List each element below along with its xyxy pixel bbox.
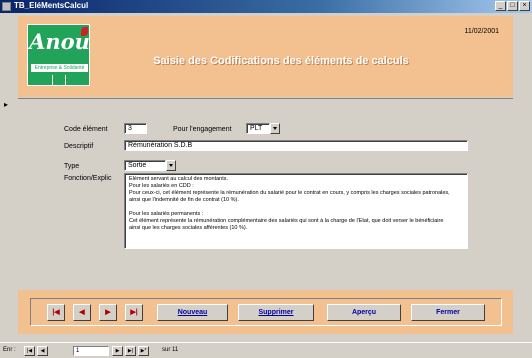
nouveau-label: Nouveau	[177, 309, 208, 316]
memo-line: Pour les salariés permanents :	[129, 211, 204, 217]
record-total: sur 11	[162, 347, 179, 353]
rattachement-field[interactable]: PLT	[246, 123, 270, 134]
record-label: Enr :	[3, 347, 16, 353]
logo-wordmark: Anou	[29, 29, 90, 54]
record-selector-icon[interactable]: ▸	[4, 100, 8, 109]
new-record-nav[interactable]: ▶*	[138, 346, 149, 356]
maximize-button[interactable]: □	[507, 1, 518, 11]
app-icon[interactable]	[2, 2, 11, 11]
rattachement-label: Pour l'engagement	[173, 126, 232, 133]
supprimer-label: Supprimer	[258, 309, 294, 316]
rattachement-combo[interactable]: PLT	[246, 123, 280, 134]
next-record-button[interactable]: ▶	[99, 304, 117, 321]
logo-mark	[52, 75, 66, 85]
record-number-field[interactable]: 1	[73, 346, 109, 356]
fermer-button[interactable]: Fermer	[411, 304, 485, 321]
form-footer: |◀ ◀ ▶ ▶| Nouveau Supprimer Aperçu Ferme…	[18, 290, 513, 334]
apercu-button[interactable]: Aperçu	[327, 304, 401, 321]
type-field[interactable]: Sortie	[124, 160, 166, 171]
last-record-button[interactable]: ▶|	[125, 304, 143, 321]
first-record-nav[interactable]: |◀	[24, 346, 35, 356]
memo-line: Pour ceux-ci, cet élément représente la …	[129, 190, 450, 196]
supprimer-button[interactable]: Supprimer	[238, 304, 314, 321]
logo: Anou Entreprise & Solidarité	[27, 24, 90, 86]
memo-line: Cet élément représente la rémunération c…	[129, 218, 444, 224]
close-button[interactable]: ×	[519, 1, 530, 11]
last-record-nav[interactable]: ▶|	[125, 346, 136, 356]
first-record-button[interactable]: |◀	[47, 304, 65, 321]
window-title: TB_EléMentsCalcul	[14, 1, 89, 10]
type-combo[interactable]: Sortie	[124, 160, 176, 171]
code-label: Code élément	[64, 126, 108, 133]
code-field[interactable]: 3	[124, 123, 147, 134]
next-record-nav[interactable]: ▶	[112, 346, 123, 356]
form-title: Saisie des Codifications des éléments de…	[153, 55, 409, 67]
form-header: Anou Entreprise & Solidarité Saisie des …	[18, 16, 513, 97]
fonction-memo[interactable]: Elément servant au calcul des montants. …	[124, 173, 468, 249]
header-separator	[18, 98, 513, 99]
previous-record-nav[interactable]: ◀	[37, 346, 48, 356]
title-bar: TB_EléMentsCalcul _ □ ×	[0, 0, 532, 13]
nouveau-button[interactable]: Nouveau	[157, 304, 228, 321]
fonction-label: Fonction/Explic	[64, 175, 112, 182]
memo-line: Elément servant au calcul des montants.	[129, 176, 229, 182]
memo-line: ainsi que l'indemnité de fin de contrat …	[129, 197, 239, 203]
minimize-button[interactable]: _	[495, 1, 506, 11]
previous-record-button[interactable]: ◀	[73, 304, 91, 321]
logo-tagline: Entreprise & Solidarité	[31, 64, 88, 72]
date-display: 11/02/2001	[464, 28, 499, 35]
record-navigation-bar: Enr : |◀ ◀ 1 ▶ ▶| ▶* sur 11	[0, 342, 532, 358]
descriptif-field[interactable]: Rémunération S.D.B	[124, 140, 468, 151]
chevron-down-icon[interactable]	[166, 160, 176, 171]
descriptif-label: Descriptif	[64, 143, 94, 150]
chevron-down-icon[interactable]	[270, 123, 280, 134]
memo-line: Pour les salariés en CDD :	[129, 183, 194, 189]
button-panel: |◀ ◀ ▶ ▶| Nouveau Supprimer Aperçu Ferme…	[30, 298, 502, 326]
memo-line: ainsi que les charges sociales afférente…	[129, 225, 248, 231]
type-label: Type	[64, 163, 80, 170]
memo-line	[129, 204, 463, 211]
